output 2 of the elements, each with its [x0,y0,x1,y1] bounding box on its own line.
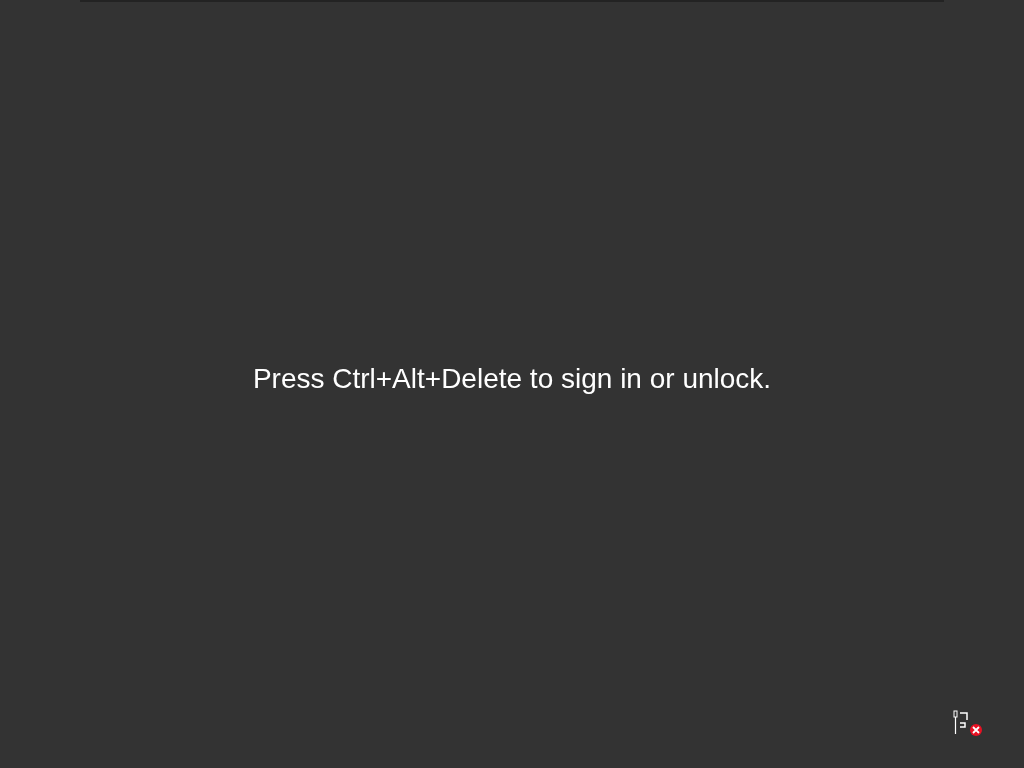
lock-screen-message: Press Ctrl+Alt+Delete to sign in or unlock. [252,362,772,396]
network-icon[interactable] [952,710,984,738]
